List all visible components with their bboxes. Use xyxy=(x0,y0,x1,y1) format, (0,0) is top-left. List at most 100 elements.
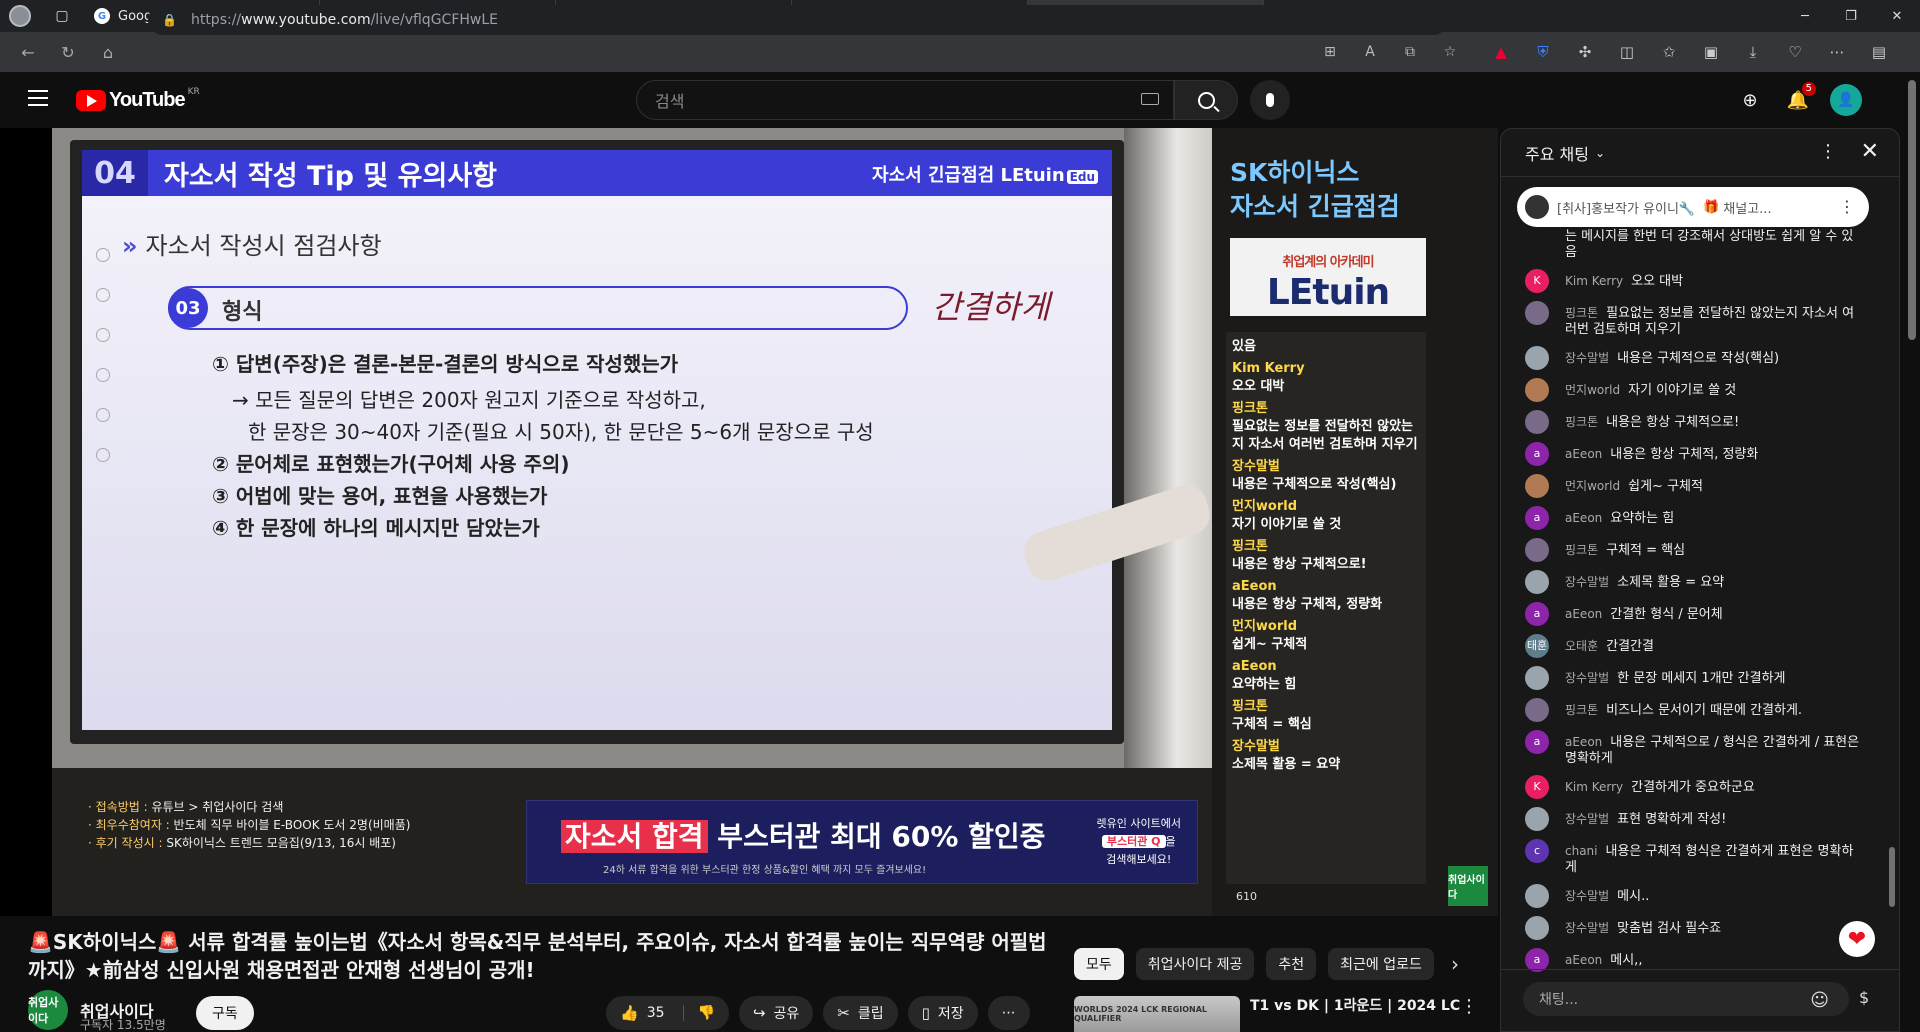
super-chat-icon[interactable]: $ xyxy=(1859,988,1869,1007)
keyboard-icon[interactable] xyxy=(1141,93,1159,105)
chat-author[interactable]: 핑크톤 xyxy=(1565,703,1598,717)
chat-author[interactable]: 장수말벌 xyxy=(1565,671,1609,685)
recommended-title[interactable]: T1 vs DK | 1라운드 | 2024 LCK 대표 선발전 xyxy=(1250,996,1460,1016)
more-options-icon[interactable]: ⋮ xyxy=(1460,996,1478,1017)
chat-author[interactable]: aEeon xyxy=(1565,735,1602,749)
pinned-more-icon[interactable]: ⋮ xyxy=(1839,197,1855,216)
lock-icon[interactable]: 🔒 xyxy=(162,13,177,27)
notifications-icon[interactable]: 🔔 5 xyxy=(1778,80,1818,120)
chat-avatar[interactable]: c xyxy=(1525,839,1549,863)
chat-author[interactable]: aEeon xyxy=(1565,511,1602,525)
pinned-message[interactable]: [취사]홍보작가 유이니🔧 🎁 채널고... ⋮ xyxy=(1517,187,1869,227)
chat-avatar[interactable]: a xyxy=(1525,442,1549,466)
read-aloud-icon[interactable]: A xyxy=(1350,44,1390,60)
chat-author[interactable]: Kim Kerry xyxy=(1565,780,1623,794)
chat-author[interactable]: aEeon xyxy=(1565,607,1602,621)
chat-avatar[interactable]: a xyxy=(1525,602,1549,626)
profile-avatar-icon[interactable] xyxy=(0,0,40,32)
chat-avatar[interactable] xyxy=(1525,916,1549,940)
chat-avatar[interactable] xyxy=(1525,474,1549,498)
chat-avatar[interactable] xyxy=(1525,410,1549,434)
back-icon[interactable]: ← xyxy=(8,43,48,62)
close-icon[interactable]: ✕ xyxy=(1861,139,1879,164)
account-avatar[interactable]: 👤 xyxy=(1830,84,1862,116)
chat-author[interactable]: 장수말벌 xyxy=(1565,351,1609,365)
subscribe-button[interactable]: 구독 xyxy=(196,996,254,1030)
sidebar-toggle-icon[interactable]: ▤ xyxy=(1858,43,1900,61)
filter-chip[interactable]: 추천 xyxy=(1266,948,1317,980)
chat-author[interactable]: 먼지world xyxy=(1565,383,1620,397)
apps-icon[interactable]: ⊞ xyxy=(1310,44,1350,60)
chat-avatar[interactable] xyxy=(1525,346,1549,370)
chat-author[interactable]: 장수말벌 xyxy=(1565,575,1609,589)
chips-next-icon[interactable]: › xyxy=(1440,948,1470,980)
channel-info[interactable]: 취업사이다 취업사이다 구독자 13.5만명 xyxy=(28,990,166,1032)
extensions-icon[interactable]: ✣ xyxy=(1564,43,1606,61)
recommended-thumbnail[interactable]: WORLDS 2024 LCK REGIONAL QUALIFIER xyxy=(1074,996,1240,1032)
chat-avatar[interactable] xyxy=(1525,538,1549,562)
chat-avatar[interactable] xyxy=(1525,378,1549,402)
chat-scrollbar[interactable] xyxy=(1889,847,1895,907)
thumbs-down-icon[interactable]: 👎 xyxy=(682,1005,715,1021)
chat-author[interactable]: 오태훈 xyxy=(1565,639,1598,653)
create-video-icon[interactable]: ⊕ xyxy=(1730,80,1770,120)
emoji-icon[interactable]: ☺ xyxy=(1810,990,1829,1011)
chevron-down-icon[interactable]: ⌄ xyxy=(1595,146,1605,160)
chat-input[interactable]: 채팅... ☺ xyxy=(1523,982,1849,1016)
chat-author[interactable]: 장수말벌 xyxy=(1565,889,1609,903)
refresh-icon[interactable]: ↻ xyxy=(48,43,88,62)
filter-chip[interactable]: 모두 xyxy=(1074,948,1124,980)
chat-author[interactable]: aEeon xyxy=(1565,447,1602,461)
search-button[interactable] xyxy=(1174,80,1238,120)
video-player[interactable]: 04 자소서 작성 Tip 및 유의사항 자소서 긴급점검 LEtuin Edu … xyxy=(0,128,1498,916)
chat-avatar[interactable] xyxy=(1525,698,1549,722)
chat-author[interactable]: chani xyxy=(1565,844,1598,858)
extension-shield-icon[interactable]: ⛨ xyxy=(1522,43,1564,61)
chat-avatar[interactable]: 태훈 xyxy=(1525,634,1549,658)
favorite-star-icon[interactable]: ☆ xyxy=(1430,44,1470,60)
extension-red-icon[interactable]: ▲ xyxy=(1480,43,1522,61)
clip-button[interactable]: ✂ 클립 xyxy=(823,996,898,1030)
chat-author[interactable]: 먼지world xyxy=(1565,479,1620,493)
tab-actions-icon[interactable]: ▢ xyxy=(40,0,84,32)
collections-icon[interactable]: ▣ xyxy=(1690,43,1732,61)
chat-avatar[interactable]: K xyxy=(1525,775,1549,799)
chat-avatar[interactable]: a xyxy=(1525,506,1549,530)
chat-avatar[interactable] xyxy=(1525,570,1549,594)
channel-watermark[interactable]: 취업사이다 xyxy=(1448,866,1488,906)
youtube-logo[interactable]: YouTube KR xyxy=(76,87,200,112)
more-menu-icon[interactable]: ⋯ xyxy=(1816,43,1858,61)
address-bar[interactable]: 🔒 https://www.youtube.com/live/vflqGCFHw… xyxy=(148,5,1448,35)
chat-avatar[interactable] xyxy=(1525,666,1549,690)
save-button[interactable]: ▯ 저장 xyxy=(907,996,978,1030)
app-available-icon[interactable]: ⧉ xyxy=(1390,44,1430,60)
chat-author[interactable]: Kim Kerry xyxy=(1565,274,1623,288)
heart-reaction-button[interactable]: ❤ xyxy=(1839,921,1875,957)
chat-author[interactable]: 핑크톤 xyxy=(1565,543,1598,557)
menu-icon[interactable] xyxy=(28,90,48,111)
downloads-icon[interactable]: ⤓ xyxy=(1732,43,1774,61)
recommended-video[interactable]: WORLDS 2024 LCK REGIONAL QUALIFIER T1 vs… xyxy=(1074,996,1478,1032)
close-window-button[interactable]: ✕ xyxy=(1874,0,1920,32)
browser-essentials-icon[interactable]: ♡ xyxy=(1774,43,1816,61)
page-scrollbar[interactable] xyxy=(1904,72,1920,1032)
minimize-button[interactable]: ─ xyxy=(1782,0,1828,32)
chat-avatar[interactable] xyxy=(1525,301,1549,325)
restore-button[interactable]: ❐ xyxy=(1828,0,1874,32)
chat-author[interactable]: 핑크톤 xyxy=(1565,306,1598,320)
chat-mode-dropdown[interactable]: 주요 채팅 xyxy=(1525,141,1589,165)
chat-avatar[interactable]: K xyxy=(1525,269,1549,293)
chat-author[interactable]: 장수말벌 xyxy=(1565,921,1609,935)
split-screen-icon[interactable]: ◫ xyxy=(1606,43,1648,61)
chat-avatar[interactable] xyxy=(1525,884,1549,908)
chat-author[interactable]: aEeon xyxy=(1565,953,1602,967)
share-button[interactable]: ↪ 공유 xyxy=(738,996,814,1030)
chat-author[interactable]: 핑크톤 xyxy=(1565,415,1598,429)
chat-more-icon[interactable]: ⋮ xyxy=(1819,141,1837,162)
chat-author[interactable]: 장수말벌 xyxy=(1565,812,1609,826)
more-actions-button[interactable]: ⋯ xyxy=(987,996,1030,1030)
favorites-icon[interactable]: ✩ xyxy=(1648,43,1690,61)
channel-avatar[interactable]: 취업사이다 xyxy=(28,990,68,1030)
filter-chip[interactable]: 최근에 업로드 xyxy=(1328,948,1434,980)
voice-search-button[interactable] xyxy=(1250,80,1290,120)
